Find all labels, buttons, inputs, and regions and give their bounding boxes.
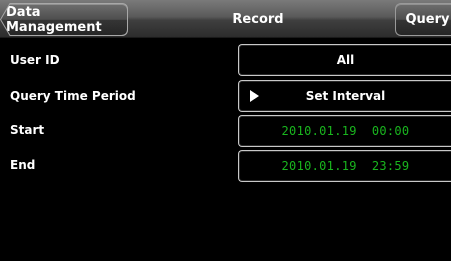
title-bar: Data Management Record Query bbox=[0, 0, 451, 38]
query-time-period-label: Query Time Period bbox=[10, 89, 136, 103]
end-time-value: 2010.01.19 23:59 bbox=[281, 159, 410, 173]
start-time-field[interactable]: 2010.01.19 00:00 bbox=[238, 115, 451, 147]
end-label: End bbox=[10, 158, 36, 172]
user-id-label: User ID bbox=[10, 53, 60, 67]
query-button-label: Query bbox=[405, 12, 450, 27]
page-title: Record bbox=[232, 11, 284, 27]
start-time-value: 2010.01.19 00:00 bbox=[281, 124, 410, 138]
play-icon bbox=[250, 90, 259, 102]
user-id-value: All bbox=[336, 53, 355, 67]
back-button[interactable]: Data Management bbox=[0, 3, 128, 36]
user-id-field[interactable]: All bbox=[238, 44, 451, 76]
start-label: Start bbox=[10, 123, 45, 137]
query-button[interactable]: Query bbox=[395, 3, 451, 36]
end-time-field[interactable]: 2010.01.19 23:59 bbox=[238, 150, 451, 182]
back-button-label: Data Management bbox=[6, 4, 102, 35]
query-time-period-value: Set Interval bbox=[305, 89, 386, 103]
query-time-period-field[interactable]: Set Interval bbox=[238, 80, 451, 112]
